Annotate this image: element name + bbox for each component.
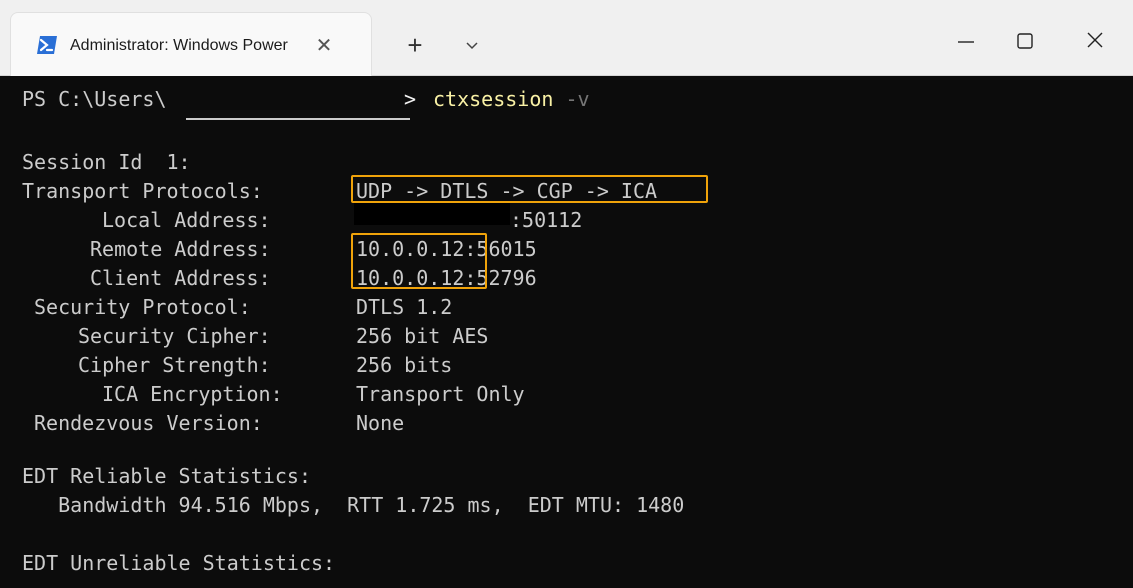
prompt-suffix: >: [404, 87, 417, 111]
command: ctxsession: [433, 87, 554, 111]
prompt-prefix: PS C:\Users\: [22, 87, 167, 111]
command-parameter: -v: [565, 87, 590, 111]
close-tab-button[interactable]: ✕: [307, 29, 341, 63]
edt-reliable-stats: Bandwidth 94.516 Mbps, RTT 1.725 ms, EDT…: [22, 493, 685, 517]
session-id-line: Session Id 1:: [22, 150, 191, 174]
remote-address-label: Remote Address:: [90, 237, 271, 261]
redacted-username: [186, 118, 410, 120]
minimize-icon[interactable]: [938, 18, 994, 62]
ica-encryption-label: ICA Encryption:: [102, 382, 283, 406]
ip-address-highlight: [351, 233, 487, 289]
new-tab-button[interactable]: +: [395, 27, 435, 63]
client-address-label: Client Address:: [90, 266, 271, 290]
tab-powershell[interactable]: Administrator: Windows PowerShell ✕: [10, 12, 372, 76]
edt-unreliable-heading: EDT Unreliable Statistics:: [22, 551, 336, 575]
local-address-value: :50112: [510, 208, 583, 232]
transport-protocols-highlight: [351, 175, 708, 203]
prompt-line: PS C:\Users\: [22, 85, 167, 114]
tab-title: Administrator: Windows PowerShell: [70, 37, 288, 54]
security-protocol-value: DTLS 1.2: [356, 295, 453, 319]
security-cipher-value: 256 bit AES: [356, 324, 489, 348]
cipher-strength-label: Cipher Strength:: [78, 353, 271, 377]
title-bar: Administrator: Windows PowerShell ✕ +: [0, 0, 1133, 76]
terminal-output[interactable]: PS C:\Users\ > ctxsession -v Session Id …: [0, 76, 1133, 588]
rendezvous-version-value: None: [356, 411, 405, 435]
security-protocol-label: Security Protocol:: [34, 295, 251, 319]
security-cipher-label: Security Cipher:: [78, 324, 271, 348]
rendezvous-version-label: Rendezvous Version:: [34, 411, 263, 435]
edt-reliable-heading: EDT Reliable Statistics:: [22, 464, 311, 488]
command-line: ctxsession -v: [433, 85, 590, 114]
ica-encryption-value: Transport Only: [356, 382, 525, 406]
redacted-local-ip: [354, 203, 510, 225]
powershell-icon: [37, 36, 57, 54]
cipher-strength-value: 256 bits: [356, 353, 453, 377]
close-icon[interactable]: [1067, 18, 1123, 62]
chevron-down-icon[interactable]: [458, 33, 486, 57]
maximize-icon[interactable]: [997, 18, 1053, 62]
transport-protocols-label: Transport Protocols:: [22, 179, 263, 203]
local-address-label: Local Address:: [102, 208, 271, 232]
